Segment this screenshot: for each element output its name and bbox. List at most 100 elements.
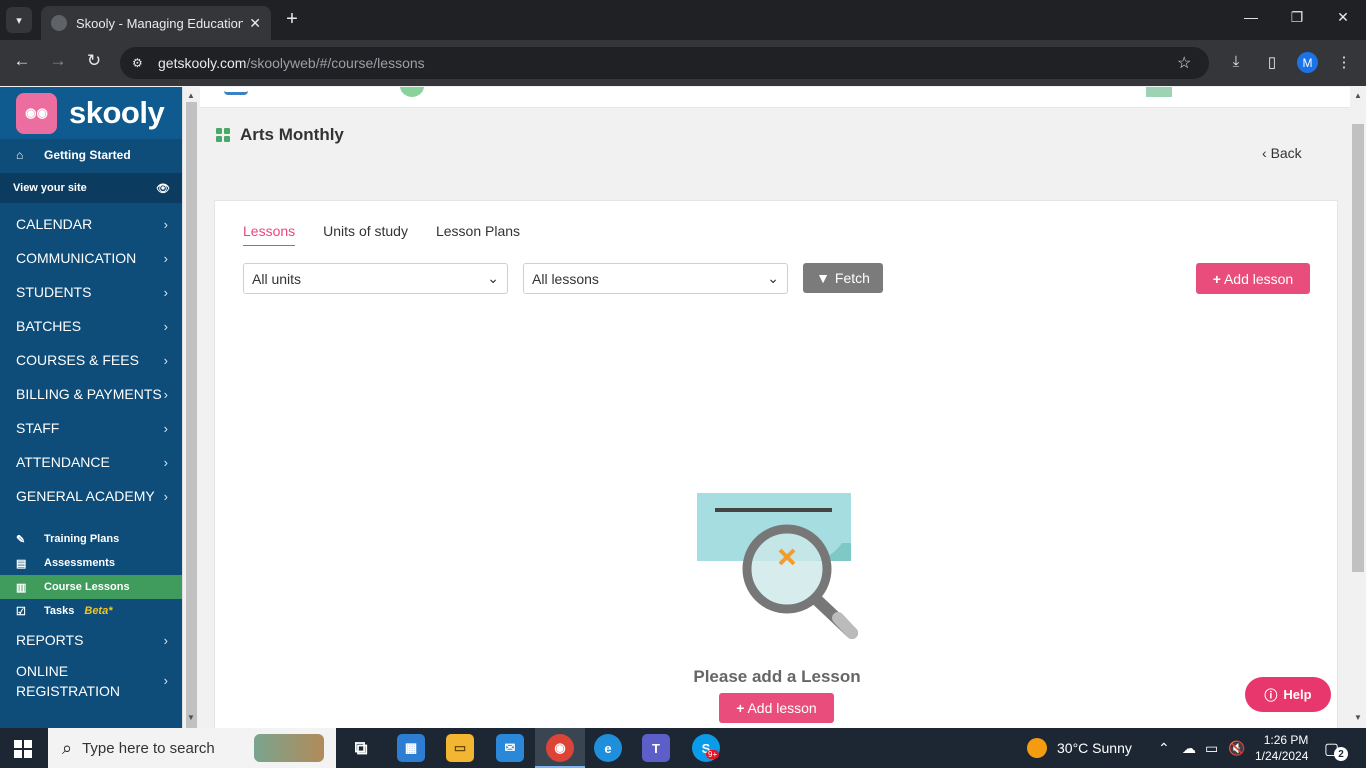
profile-avatar[interactable]: M [1297, 52, 1318, 73]
search-placeholder: Type here to search [82, 739, 215, 757]
task-view-icon[interactable]: ⧉ [347, 734, 375, 762]
sidebar-item-label: Getting Started [44, 148, 131, 162]
chevron-right-icon: › [163, 216, 168, 232]
chevron-right-icon: › [163, 386, 168, 402]
help-button[interactable]: ⓘ Help [1245, 677, 1331, 712]
units-select[interactable]: All units ⌄ [243, 263, 508, 294]
sidebar-item-batches[interactable]: BATCHES › [0, 309, 182, 343]
sun-icon [1027, 738, 1047, 758]
tab-search-button[interactable]: ▾ [6, 7, 32, 33]
restore-icon[interactable]: ❐ [1286, 9, 1308, 26]
scroll-up-arrow-icon[interactable]: ▲ [187, 91, 195, 100]
store-icon[interactable]: ▦ [397, 734, 425, 762]
user-avatar[interactable] [1146, 87, 1172, 97]
sidebar-item-label: REPORTS [16, 632, 84, 648]
sidebar-item-training-plans[interactable]: ✎ Training Plans [0, 527, 182, 551]
window-close-icon[interactable]: ✕ [1332, 9, 1354, 26]
scroll-down-arrow-icon[interactable]: ▼ [187, 713, 195, 722]
sidebar-item-communication[interactable]: COMMUNICATION › [0, 241, 182, 275]
chevron-right-icon: › [163, 420, 168, 436]
reload-icon[interactable]: ↻ [82, 51, 106, 71]
sidebar-item-online-registration[interactable]: ONLINE REGISTRATION › [0, 657, 182, 705]
sidebar-item-label: BILLING & PAYMENTS [16, 386, 162, 402]
sidebar-item-general-academy[interactable]: GENERAL ACADEMY › [0, 479, 182, 513]
taskbar-search[interactable]: ⌕ Type here to search [48, 728, 336, 768]
sidebar-item-courses-fees[interactable]: COURSES & FEES › [0, 343, 182, 377]
logo-text: skooly [69, 95, 165, 130]
browser-menu-icon[interactable]: ⋮ [1334, 53, 1354, 71]
mail-icon[interactable]: ✉ [496, 734, 524, 762]
view-site-link[interactable]: View your site 👁 [0, 173, 182, 203]
empty-state-search-illustration [697, 493, 858, 639]
teams-icon[interactable]: T [642, 734, 670, 762]
tab-bar: Lessons Units of study Lesson Plans [243, 223, 548, 246]
sidebar-item-students[interactable]: STUDENTS › [0, 275, 182, 309]
chevron-right-icon: › [163, 488, 168, 504]
sidebar-item-getting-started[interactable]: ⌂ Getting Started [0, 143, 182, 167]
eye-icon: 👁 [156, 182, 170, 195]
sidebar-item-assessments[interactable]: ▤ Assessments [0, 551, 182, 575]
url-path: /skoolyweb/#/course/lessons [246, 55, 425, 71]
fetch-button[interactable]: ▼ Fetch [803, 263, 883, 293]
tab-lessons[interactable]: Lessons [243, 223, 296, 246]
tray-chevron-up-icon[interactable]: ⌃ [1158, 740, 1170, 757]
tab-title: Skooly - Managing Educational [76, 15, 244, 31]
new-tab-button[interactable]: + [281, 8, 303, 30]
sidebar-scroll-thumb[interactable] [186, 102, 197, 737]
side-panel-icon[interactable]: ▯ [1262, 53, 1282, 71]
add-lesson-empty-button[interactable]: + Add lesson [719, 693, 834, 723]
add-lesson-label: Add lesson [747, 700, 817, 716]
sidebar-item-attendance[interactable]: ATTENDANCE › [0, 445, 182, 479]
main-scrollbar[interactable]: ▲ ▼ [1350, 87, 1366, 728]
sidebar-item-label: ATTENDANCE [16, 454, 110, 470]
skype-badge: 9+ [706, 750, 720, 759]
tasks-icon: ☑ [16, 605, 26, 618]
tab-close-icon[interactable]: ✕ [249, 15, 261, 32]
file-explorer-icon[interactable]: ▭ [446, 734, 474, 762]
plus-icon: + [1212, 270, 1221, 287]
sidebar-item-calendar[interactable]: CALENDAR › [0, 207, 182, 241]
forward-arrow-icon[interactable]: → [46, 51, 70, 71]
site-info-icon[interactable]: ⚙ [132, 56, 156, 70]
sidebar-item-reports[interactable]: REPORTS › [0, 623, 182, 657]
volume-muted-icon[interactable]: 🔇 [1228, 740, 1245, 757]
sidebar-item-course-lessons[interactable]: ▥ Course Lessons [0, 575, 182, 599]
scroll-up-arrow-icon[interactable]: ▲ [1354, 91, 1362, 100]
sidebar-item-staff[interactable]: STAFF › [0, 411, 182, 445]
bookmark-star-icon[interactable]: ☆ [1177, 53, 1191, 73]
logo[interactable]: ◉◉ skooly [0, 87, 182, 139]
sidebar-item-label: Assessments [44, 557, 115, 569]
sidebar-scrollbar[interactable]: ▲ ▼ [182, 87, 199, 737]
chrome-icon[interactable]: ◉ [546, 734, 574, 762]
sidebar-item-label: Course Lessons [44, 581, 130, 593]
chevron-right-icon: › [163, 250, 168, 266]
onedrive-icon[interactable]: ☁ [1182, 740, 1196, 757]
weather-widget[interactable]: 30°C Sunny [1027, 738, 1132, 758]
battery-icon[interactable]: ▭ [1205, 740, 1218, 757]
top-header-strip [200, 87, 1350, 108]
windows-start-icon[interactable] [14, 740, 32, 758]
tab-units-of-study[interactable]: Units of study [323, 223, 408, 246]
main-content: Arts Monthly ‹ Back Lessons Units of stu… [200, 87, 1350, 728]
fetch-label: Fetch [834, 270, 870, 286]
tab-lesson-plans[interactable]: Lesson Plans [436, 223, 520, 246]
system-clock[interactable]: 1:26 PM 1/24/2024 [1255, 732, 1308, 764]
edge-icon[interactable]: e [594, 734, 622, 762]
browser-tab[interactable]: Skooly - Managing Educational ✕ [41, 6, 271, 40]
back-arrow-icon[interactable]: ← [10, 51, 34, 71]
weather-text: 30°C Sunny [1057, 740, 1132, 756]
sidebar-item-billing-payments[interactable]: BILLING & PAYMENTS › [0, 377, 182, 411]
minimize-icon[interactable]: — [1240, 9, 1262, 25]
menu-toggle-icon[interactable] [224, 87, 248, 95]
address-bar[interactable]: ⚙ getskooly.com/skoolyweb/#/course/lesso… [120, 47, 1209, 79]
scroll-down-arrow-icon[interactable]: ▼ [1354, 713, 1362, 722]
sidebar-item-tasks[interactable]: ☑ Tasks Beta* [0, 599, 182, 623]
add-lesson-button[interactable]: + Add lesson [1196, 263, 1310, 294]
main-scroll-thumb[interactable] [1352, 124, 1364, 572]
download-icon[interactable]: ⤓ [1226, 53, 1246, 70]
back-link[interactable]: ‹ Back [1262, 145, 1302, 161]
notification-center-icon[interactable]: ▢ 2 [1324, 739, 1348, 761]
lessons-select[interactable]: All lessons ⌄ [523, 263, 788, 294]
sidebar-item-label: Tasks [44, 605, 75, 617]
clock-date: 1/24/2024 [1255, 749, 1309, 763]
